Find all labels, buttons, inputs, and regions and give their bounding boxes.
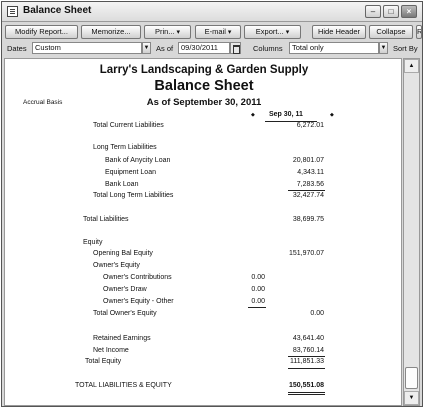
report-row[interactable]: Total Liabilities 38,699.75: [5, 216, 401, 226]
export-button[interactable]: Export...: [244, 25, 301, 39]
scroll-thumb[interactable]: [405, 367, 418, 389]
filter-bar: Dates Custom ▼ As of 09/30/2011 Columns …: [2, 41, 422, 56]
row-label: Opening Bal Equity: [93, 250, 153, 257]
close-button[interactable]: ×: [401, 5, 417, 18]
row-label: Equipment Loan: [105, 169, 156, 176]
columns-label: Columns: [253, 44, 283, 53]
row-amount: 38,699.75: [292, 216, 324, 223]
row-amount: 151,970.07: [288, 250, 324, 257]
scroll-down-icon[interactable]: ▼: [404, 391, 419, 405]
report-title: Balance Sheet: [154, 78, 254, 94]
report-row[interactable]: Total Long Term Liabilities 32,427.74: [5, 192, 401, 202]
row-amount: 7,283.56: [296, 181, 324, 188]
refresh-button[interactable]: Refresh: [416, 25, 422, 39]
report-row[interactable]: Retained Earnings 43,641.40: [5, 335, 401, 345]
balance-sheet-window: Balance Sheet – □ × Modify Report... Mem…: [1, 1, 423, 407]
row-label: Owner's Equity - Other: [103, 298, 174, 305]
row-amount: 32,427.74: [292, 192, 324, 199]
row-amount: 111,851.33: [290, 358, 324, 365]
row-amount: 0.00: [310, 310, 324, 317]
row-amount: 0.00: [251, 274, 265, 281]
window-title: Balance Sheet: [23, 5, 92, 16]
row-label: Net Income: [93, 347, 129, 354]
columns-select[interactable]: Total only: [289, 42, 379, 54]
as-of-date-input[interactable]: 09/30/2011: [178, 42, 230, 54]
row-label: Total Liabilities: [83, 216, 129, 223]
report-body: Larry's Landscaping & Garden Supply Bala…: [4, 58, 402, 406]
report-row[interactable]: Owner's Draw 0.00: [5, 286, 401, 296]
modify-report-button[interactable]: Modify Report...: [5, 25, 78, 39]
dates-label: Dates: [7, 44, 27, 53]
collapse-button[interactable]: Collapse: [369, 25, 413, 39]
report-row[interactable]: Long Term Liabilities: [5, 144, 401, 154]
row-label: Total Current Liabilities: [93, 122, 164, 129]
report-row[interactable]: Total Owner's Equity 0.00: [5, 310, 401, 320]
as-of-label: As of: [156, 44, 174, 53]
row-label: Owner's Contributions: [103, 274, 172, 281]
hide-header-button[interactable]: Hide Header: [312, 25, 366, 39]
report-toolbar: Modify Report... Memorize... Prin... E-m…: [2, 24, 422, 40]
row-label: TOTAL LIABILITIES & EQUITY: [75, 382, 172, 389]
column-header-label: Sep 30, 11: [269, 111, 303, 118]
company-name: Larry's Landscaping & Garden Supply: [99, 64, 309, 76]
report-row[interactable]: Equipment Loan 4,343.11: [5, 169, 401, 179]
report-icon: [7, 6, 18, 17]
minimize-button[interactable]: –: [365, 5, 381, 18]
row-label: Owner's Draw: [103, 286, 147, 293]
row-label: Retained Earnings: [93, 335, 151, 342]
row-amount: 20,801.07: [292, 157, 324, 164]
row-label: Total Equity: [85, 358, 122, 365]
column-diamond-icon: ◆: [330, 112, 334, 118]
report-row[interactable]: Total Equity 111,851.33: [5, 358, 401, 368]
memorize-button[interactable]: Memorize...: [81, 25, 141, 39]
row-label: Bank Loan: [105, 181, 139, 188]
chevron-down-icon[interactable]: ▼: [379, 42, 388, 54]
report-row[interactable]: Owner's Equity: [5, 262, 401, 272]
report-row[interactable]: Opening Bal Equity 151,970.07: [5, 250, 401, 260]
scroll-up-icon[interactable]: ▲: [404, 59, 419, 73]
row-amount: 6,272.01: [296, 122, 324, 129]
column-header[interactable]: ◆ Sep 30, 11 ◆: [251, 111, 336, 122]
row-amount: 43,641.40: [292, 335, 324, 342]
row-label: Equity: [83, 239, 103, 246]
row-amount: 150,551.08: [288, 382, 324, 389]
report-row[interactable]: Total Current Liabilities 6,272.01: [5, 122, 401, 132]
row-amount: 83,760.14: [292, 347, 324, 354]
report-row[interactable]: Owner's Contributions 0.00: [5, 274, 401, 284]
row-amount: 0.00: [251, 298, 265, 305]
report-row[interactable]: Net Income 83,760.14: [5, 347, 401, 357]
column-diamond-icon: ◆: [251, 112, 255, 118]
row-label: Long Term Liabilities: [93, 144, 157, 151]
report-row[interactable]: TOTAL LIABILITIES & EQUITY 150,551.08: [5, 382, 401, 392]
row-label: Total Long Term Liabilities: [93, 192, 174, 199]
row-label: Total Owner's Equity: [93, 310, 157, 317]
chevron-down-icon[interactable]: ▼: [142, 42, 151, 54]
calendar-icon[interactable]: [230, 42, 241, 54]
row-label: Owner's Equity: [93, 262, 140, 269]
row-label: Bank of Anycity Loan: [105, 157, 171, 164]
sort-by-label: Sort By: [393, 44, 418, 53]
dates-select[interactable]: Custom: [32, 42, 142, 54]
row-amount: 0.00: [251, 286, 265, 293]
vertical-scrollbar[interactable]: ▲ ▼: [403, 58, 420, 406]
report-row[interactable]: Bank of Anycity Loan 20,801.07: [5, 157, 401, 167]
report-row[interactable]: Bank Loan 7,283.56: [5, 181, 401, 191]
report-row[interactable]: Owner's Equity - Other 0.00: [5, 298, 401, 308]
restore-button[interactable]: □: [383, 5, 399, 18]
report-row[interactable]: Equity: [5, 239, 401, 249]
report-date: As of September 30, 2011: [146, 97, 262, 108]
title-bar: Balance Sheet – □ ×: [2, 2, 422, 22]
print-button[interactable]: Prin...: [144, 25, 191, 39]
row-amount: 4,343.11: [297, 169, 324, 176]
email-button[interactable]: E-mail: [195, 25, 241, 39]
